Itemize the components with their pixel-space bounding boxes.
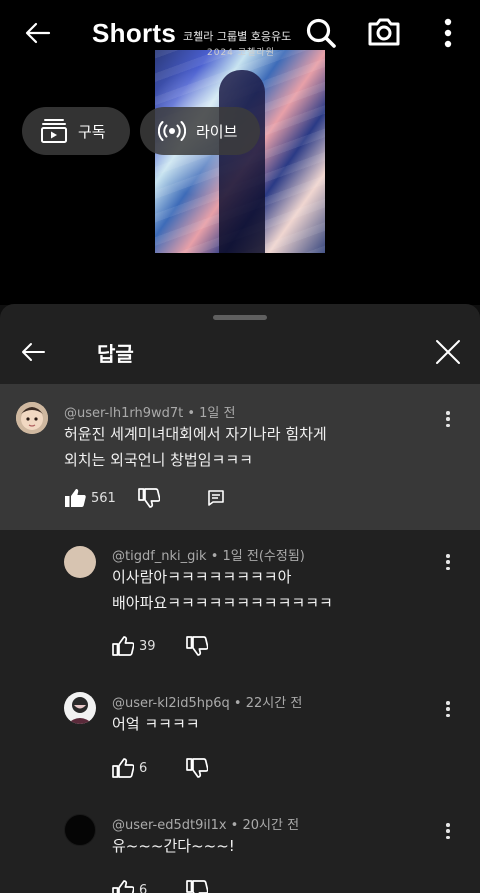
thumbs-up-icon	[112, 880, 134, 893]
camera-icon	[368, 18, 400, 46]
dislike-button[interactable]	[186, 758, 208, 778]
back-button[interactable]	[22, 17, 54, 49]
comment-text-line2: 외치는 외국언니 창법임ㅋㅋㅋ	[64, 451, 253, 469]
reply-text-line2: 배아파요ㅋㅋㅋㅋㅋㅋㅋㅋㅋㅋㅋㅋ	[112, 594, 333, 612]
comment-more-button[interactable]	[442, 408, 454, 430]
reply-time: 22시간 전	[245, 696, 303, 711]
reply-more-button[interactable]	[442, 820, 454, 842]
drag-handle[interactable]	[213, 315, 267, 320]
replies-sheet: 답글 @user-lh1rh9wd7t • 1일 전 허윤진 세계미녀대회에서 …	[0, 304, 480, 893]
thumbs-down-icon	[186, 758, 208, 778]
avatar[interactable]	[64, 692, 96, 724]
comment-time: 1일 전	[199, 406, 236, 421]
reply-more-button[interactable]	[442, 698, 454, 720]
more-vertical-icon	[444, 18, 452, 48]
reply-meta: @user-kl2id5hp6q • 22시간 전	[112, 696, 303, 711]
live-broadcast-icon	[158, 121, 186, 141]
like-button[interactable]: 561	[64, 488, 116, 508]
parent-comment: @user-lh1rh9wd7t • 1일 전 허윤진 세계미녀대회에서 자기나…	[0, 384, 480, 530]
avatar[interactable]	[64, 814, 96, 846]
reply-meta: @tigdf_nki_gik • 1일 전(수정됨)	[112, 549, 305, 564]
sheet-back-button[interactable]	[18, 337, 48, 367]
comment-meta: @user-lh1rh9wd7t • 1일 전	[64, 406, 236, 421]
search-icon	[306, 18, 336, 48]
reply-more-button[interactable]	[442, 551, 454, 573]
reply-time: 20시간 전	[242, 818, 300, 833]
avatar[interactable]	[64, 546, 96, 578]
shorts-video-area: 코첼라 그룹별 호응유도 2024 코첼라원 Shorts 구독 라이브	[0, 0, 480, 305]
dislike-button[interactable]	[186, 636, 208, 656]
reply-text-line1: 이사람아ㅋㅋㅋㅋㅋㅋㅋㅋ아	[112, 568, 292, 586]
reply-time: 1일 전(수정됨)	[222, 549, 305, 564]
search-button[interactable]	[304, 16, 338, 50]
arrow-left-icon	[25, 22, 51, 44]
live-chip[interactable]: 라이브	[140, 107, 260, 155]
video-caption-sub: 2024 코첼라원	[207, 48, 275, 58]
arrow-left-icon	[22, 343, 45, 361]
like-count: 561	[91, 490, 116, 506]
live-label: 라이브	[196, 122, 238, 141]
reply-meta: @user-ed5dt9il1x • 20시간 전	[112, 818, 300, 833]
thumbs-up-filled-icon	[65, 489, 86, 507]
like-button[interactable]: 6	[112, 758, 147, 778]
subscriptions-label: 구독	[78, 122, 106, 141]
close-button[interactable]	[434, 337, 462, 367]
sheet-title: 답글	[97, 342, 134, 366]
thumbs-up-icon	[112, 636, 134, 656]
thumbs-up-icon	[112, 758, 134, 778]
subscriptions-chip[interactable]: 구독	[22, 107, 130, 155]
baby-photo-icon	[16, 402, 48, 434]
reply-author[interactable]: @tigdf_nki_gik	[112, 549, 207, 564]
like-button[interactable]: 39	[112, 636, 156, 656]
comment-author[interactable]: @user-lh1rh9wd7t	[64, 406, 183, 421]
subscriptions-icon	[41, 119, 67, 143]
dislike-button[interactable]	[186, 880, 208, 893]
like-button[interactable]: 6	[112, 880, 147, 893]
close-icon	[436, 340, 460, 364]
reply-author[interactable]: @user-ed5dt9il1x	[112, 818, 227, 833]
thumbs-down-icon	[186, 880, 208, 893]
reply-button[interactable]	[207, 489, 225, 507]
thumbs-down-icon	[138, 488, 160, 508]
like-count: 6	[139, 760, 148, 776]
avatar[interactable]	[16, 402, 48, 434]
video-caption: 코첼라 그룹별 호응유도	[183, 30, 292, 43]
like-count: 39	[139, 638, 156, 654]
reply-list: @tigdf_nki_gik • 1일 전(수정됨) 이사람아ㅋㅋㅋㅋㅋㅋㅋㅋ아…	[0, 530, 480, 893]
thumbs-down-icon	[186, 636, 208, 656]
page-title: Shorts	[92, 18, 177, 48]
reply-text-line1: 유~~~간다~~~!	[112, 837, 235, 855]
more-options-button[interactable]	[436, 16, 460, 50]
comment-icon	[208, 490, 224, 506]
like-count: 6	[139, 882, 148, 893]
dislike-button[interactable]	[138, 488, 160, 508]
reply-author[interactable]: @user-kl2id5hp6q	[112, 696, 230, 711]
reply-text-line1: 어엌 ㅋㅋㅋㅋ	[112, 715, 200, 733]
camera-button[interactable]	[366, 16, 402, 48]
profile-photo-icon	[64, 692, 96, 724]
comment-text-line1: 허윤진 세계미녀대회에서 자기나라 힘차게	[64, 425, 327, 443]
performer-silhouette	[219, 70, 265, 253]
